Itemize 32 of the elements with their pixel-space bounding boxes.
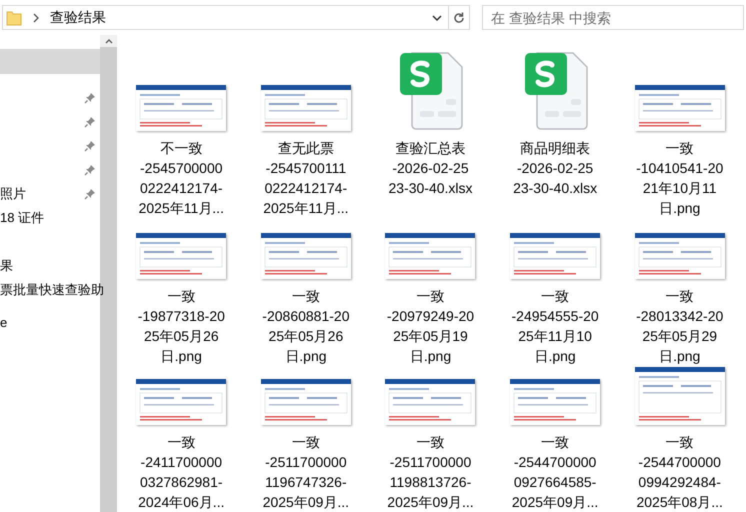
file-name[interactable]: 查无此票 -2545700111 0222412174- 2025年11月...	[263, 138, 349, 218]
path-segment[interactable]: 查验结果	[50, 7, 106, 28]
file-name[interactable]: 一致 -2511700000 1196747326- 2025年09月...	[262, 432, 350, 512]
file-name[interactable]: 一致 -10410541-20 21年10月11 日.png	[636, 138, 724, 218]
nav-item[interactable]: 18 证件	[0, 206, 100, 230]
folder-icon	[6, 10, 22, 26]
file-name[interactable]: 一致 -2411700000 0327862981- 2024年06月...	[138, 432, 224, 512]
nav-item[interactable]: 照片	[0, 182, 100, 206]
file-name[interactable]: 一致 -2511700000 1198813726- 2025年09月...	[387, 432, 474, 512]
file-name[interactable]: 一致 -28013342-20 25年05月29 日.png	[636, 286, 724, 366]
file-name[interactable]: 查验汇总表 -2026-02-25 23-30-40.xlsx	[388, 138, 473, 198]
refresh-icon	[453, 12, 465, 24]
chevron-right-icon	[32, 12, 40, 22]
scroll-up-icon[interactable]	[104, 38, 112, 44]
file-name[interactable]: 商品明细表 -2026-02-25 23-30-40.xlsx	[513, 138, 598, 198]
file-name[interactable]: 一致 -20860881-20 25年05月26 日.png	[262, 286, 350, 366]
pin-icon[interactable]	[84, 164, 96, 176]
file-name[interactable]: 一致 -2544700000 0927664585- 2025年09月...	[512, 432, 598, 512]
nav-item[interactable]: e	[0, 311, 100, 335]
search-field[interactable]: 在 查验结果 中搜索	[482, 5, 744, 30]
file-name[interactable]: 一致 -2544700000 0994292484- 2025年08月...	[636, 432, 723, 512]
pin-icon[interactable]	[84, 116, 96, 128]
dropdown-icon[interactable]	[432, 14, 442, 22]
file-name[interactable]: 不一致 -2545700000 0222412174- 2025年11月...	[138, 138, 224, 218]
pin-icon[interactable]	[84, 140, 96, 152]
file-name[interactable]: 一致 -24954555-20 25年11月10 日.png	[512, 286, 599, 366]
pin-icon[interactable]	[84, 188, 96, 200]
pin-icon[interactable]	[84, 92, 96, 104]
file-name[interactable]: 一致 -20979249-20 25年05月19 日.png	[386, 286, 474, 366]
nav-item[interactable]: 果	[0, 254, 100, 278]
address-bar[interactable]: 查验结果	[2, 5, 470, 30]
file-name[interactable]: 一致 -19877318-20 25年05月26 日.png	[138, 286, 225, 366]
